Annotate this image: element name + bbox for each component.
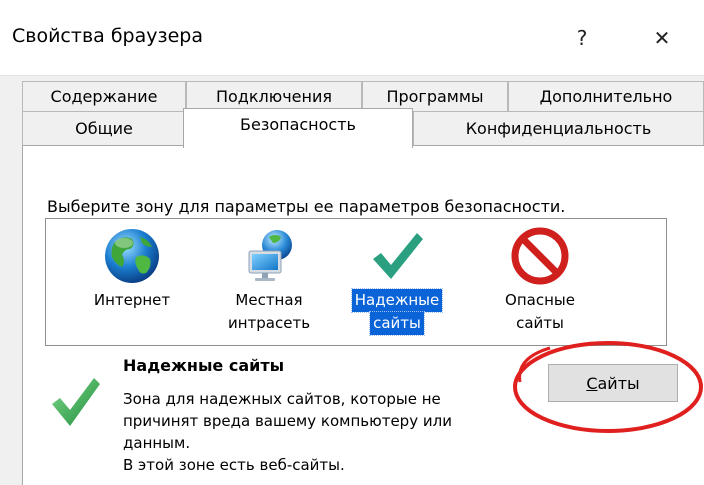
tab-security[interactable]: Безопасность — [183, 108, 413, 148]
zone-internet[interactable]: Интернет — [77, 219, 187, 345]
close-button[interactable]: ✕ — [640, 18, 684, 58]
tab-content[interactable]: Содержание — [22, 81, 186, 111]
help-icon: ? — [576, 26, 588, 50]
tab-connections[interactable]: Подключения — [186, 81, 362, 111]
checkmark-icon — [52, 378, 100, 426]
checkmark-icon — [373, 233, 423, 279]
window-title: Свойства браузера — [12, 25, 203, 47]
globe-icon — [105, 229, 159, 283]
zone-label: Надежные сайты — [342, 288, 452, 336]
tab-advanced[interactable]: Дополнительно — [508, 81, 704, 111]
zone-label: Интернет — [93, 291, 171, 309]
zone-list: Интернет Местная интрасеть Надежные сайт… — [45, 218, 667, 346]
zone-label: Опасные сайты — [505, 291, 575, 332]
tab-general[interactable]: Общие — [22, 111, 186, 145]
zone-restricted-sites[interactable]: Опасные сайты — [485, 219, 595, 345]
sites-button[interactable]: Сайты — [548, 364, 678, 402]
zone-description: Зона для надежных сайтов, которые не при… — [123, 390, 452, 474]
help-button[interactable]: ? — [560, 18, 604, 58]
title-bar: Свойства браузера ? ✕ — [0, 0, 704, 76]
tab-programs[interactable]: Программы — [362, 81, 508, 111]
tab-privacy[interactable]: Конфиденциальность — [413, 111, 704, 145]
zone-trusted-sites[interactable]: Надежные сайты — [342, 219, 452, 345]
intranet-icon — [248, 230, 292, 281]
close-icon: ✕ — [653, 26, 671, 50]
zone-instruction: Выберите зону для параметры ее параметро… — [47, 197, 566, 216]
zone-local-intranet[interactable]: Местная интрасеть — [214, 219, 324, 345]
zone-label: Местная интрасеть — [227, 291, 311, 332]
prohibited-icon — [511, 227, 569, 285]
zone-title: Надежные сайты — [123, 356, 285, 375]
